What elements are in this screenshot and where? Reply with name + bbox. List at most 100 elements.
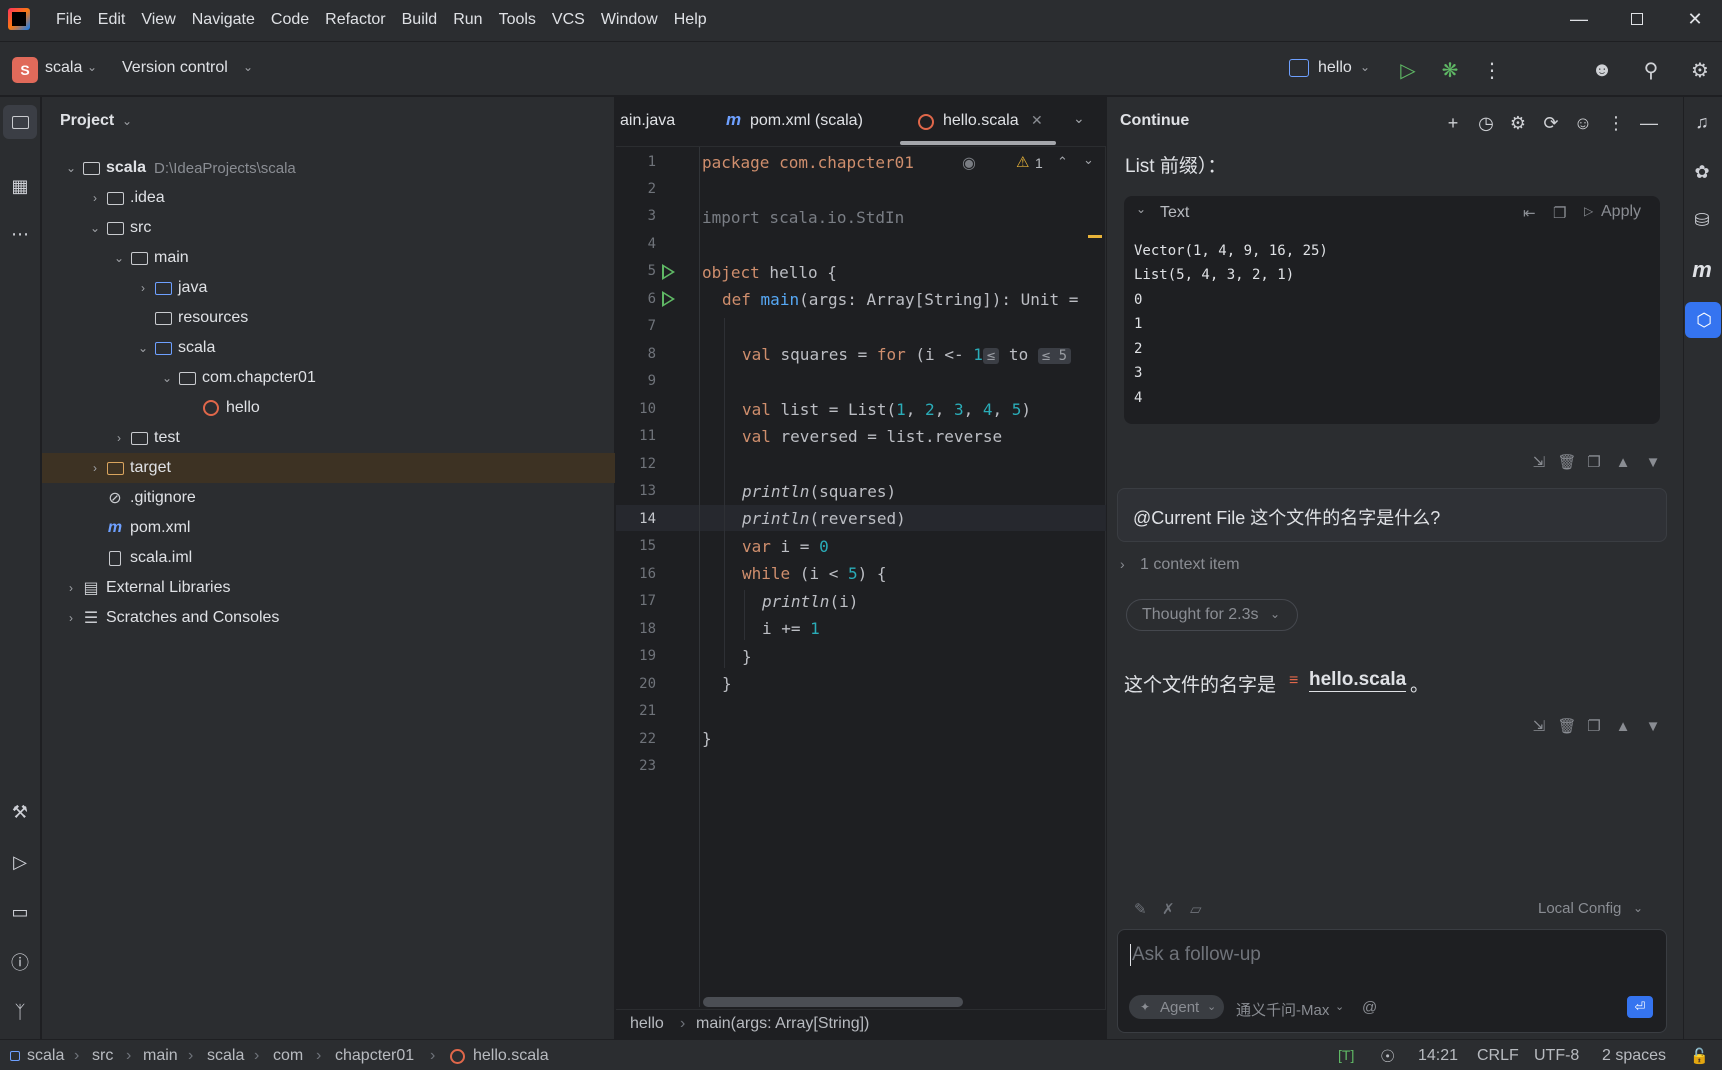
tree-item-root[interactable]: ⌄ scala D:\IdeaProjects\scala xyxy=(42,153,615,183)
menu-run[interactable]: Run xyxy=(445,11,490,29)
thumbs-up-icon[interactable]: ▲ xyxy=(1612,715,1634,737)
file-encoding[interactable]: UTF-8 xyxy=(1534,1047,1579,1065)
menu-tools[interactable]: Tools xyxy=(491,11,544,29)
tree-item-target[interactable]: › target xyxy=(42,453,615,483)
warning-icon[interactable]: ⚠ xyxy=(1016,153,1029,171)
tree-item-scratches[interactable]: › ☰ Scratches and Consoles xyxy=(42,603,615,633)
reader-mode-eye-icon[interactable]: ◉ xyxy=(962,153,976,173)
settings-icon[interactable]: ⚙ xyxy=(1686,56,1714,84)
breadcrumb-object[interactable]: hello xyxy=(630,1015,664,1033)
menu-navigate[interactable]: Navigate xyxy=(184,11,263,29)
answer-file-link[interactable]: hello.scala xyxy=(1309,669,1407,692)
project-selector[interactable]: scala xyxy=(45,59,82,77)
status-path-scala-dir[interactable]: scala xyxy=(207,1047,244,1065)
local-config-selector[interactable]: Local Config xyxy=(1538,900,1621,917)
more-vertical-icon[interactable]: ⋮ xyxy=(1603,110,1629,136)
tab-hello-scala[interactable]: hello.scala xyxy=(943,112,1019,130)
ai-assistant-icon[interactable]: ✿ xyxy=(1688,158,1716,186)
tree-item-hello[interactable]: hello xyxy=(42,393,615,423)
menu-window[interactable]: Window xyxy=(593,11,666,29)
thumbs-up-icon[interactable]: ▲ xyxy=(1612,451,1634,473)
tools-icon[interactable]: ✗ xyxy=(1162,900,1175,918)
run-icon[interactable]: ▷ xyxy=(1394,56,1422,84)
inspection-compass-icon[interactable]: ☉ xyxy=(1380,1047,1395,1067)
mcp-tools-icon[interactable]: ☺ xyxy=(1570,110,1596,136)
status-path-com[interactable]: com xyxy=(273,1047,303,1065)
tree-item-idea[interactable]: › .idea xyxy=(42,183,615,213)
tab-list-chevron-icon[interactable]: ⌄ xyxy=(1073,110,1085,127)
readonly-lock-icon[interactable]: 🔓 xyxy=(1690,1047,1709,1065)
insert-at-cursor-icon[interactable]: ⇤ xyxy=(1523,204,1536,222)
typing-mode-indicator[interactable]: [T] xyxy=(1338,1047,1354,1063)
project-badge[interactable]: S xyxy=(12,57,38,83)
delete-icon[interactable]: 🗑 xyxy=(1556,715,1578,737)
problems-icon[interactable]: ⓘ xyxy=(6,948,34,976)
horizontal-scrollbar[interactable] xyxy=(703,997,963,1007)
tree-item-resources[interactable]: resources xyxy=(42,303,615,333)
hide-panel-icon[interactable]: — xyxy=(1636,110,1662,136)
maximize-icon[interactable] xyxy=(1614,4,1660,34)
menu-code[interactable]: Code xyxy=(263,11,317,29)
version-control-menu[interactable]: Version control xyxy=(122,59,228,77)
menu-file[interactable]: File xyxy=(48,11,90,29)
menu-build[interactable]: Build xyxy=(394,11,446,29)
tab-main-java[interactable]: ain.java xyxy=(620,112,675,130)
search-icon[interactable]: ⚲ xyxy=(1637,56,1665,84)
status-path-main[interactable]: main xyxy=(143,1047,178,1065)
git-branch-icon[interactable]: ᛉ xyxy=(6,998,34,1026)
status-path-file[interactable]: hello.scala xyxy=(473,1047,549,1065)
collapse-chevron-icon[interactable]: ⌄ xyxy=(1136,202,1146,216)
close-icon[interactable]: ✕ xyxy=(1672,4,1718,34)
build-hammer-icon[interactable]: ⚒ xyxy=(6,798,34,826)
close-tab-icon[interactable]: ✕ xyxy=(1031,112,1043,129)
send-enter-icon[interactable]: ⏎ xyxy=(1627,996,1653,1018)
apply-button[interactable]: Apply xyxy=(1601,203,1641,221)
tree-item-gitignore[interactable]: ⊘ .gitignore xyxy=(42,483,615,513)
menu-help[interactable]: Help xyxy=(666,11,715,29)
project-panel-title[interactable]: Project xyxy=(60,112,114,130)
tree-item-scala[interactable]: ⌄ scala xyxy=(42,333,615,363)
tree-item-test[interactable]: › test xyxy=(42,423,615,453)
tree-item-src[interactable]: ⌄ src xyxy=(42,213,615,243)
settings-icon[interactable]: ⚙ xyxy=(1505,110,1531,136)
next-highlight-icon[interactable]: ⌄ xyxy=(1083,152,1094,168)
context-items-toggle[interactable]: 1 context item xyxy=(1140,556,1240,574)
minimize-icon[interactable]: — xyxy=(1556,4,1602,34)
compress-icon[interactable]: ⇲ xyxy=(1528,451,1550,473)
run-gutter-icon[interactable] xyxy=(662,264,675,280)
edit-pencil-icon[interactable]: ✎ xyxy=(1134,900,1147,918)
debug-icon[interactable]: ❋ xyxy=(1436,56,1464,84)
thumbs-down-icon[interactable]: ▼ xyxy=(1642,451,1664,473)
menu-refactor[interactable]: Refactor xyxy=(317,11,393,29)
terminal-icon[interactable]: ▭ xyxy=(6,898,34,926)
folder-icon[interactable] xyxy=(6,108,34,136)
run-gutter-icon[interactable] xyxy=(662,291,675,307)
compress-icon[interactable]: ⇲ xyxy=(1528,715,1550,737)
breadcrumb-method[interactable]: main(args: Array[String]) xyxy=(696,1015,869,1033)
indent-setting[interactable]: 2 spaces xyxy=(1602,1047,1666,1065)
thumbs-down-icon[interactable]: ▼ xyxy=(1642,715,1664,737)
notifications-bell-icon[interactable]: ♫ xyxy=(1688,108,1716,136)
chevron-right-icon[interactable]: › xyxy=(1120,556,1125,572)
tree-item-package[interactable]: ⌄ com.chapcter01 xyxy=(42,363,615,393)
at-mention-button[interactable]: @ xyxy=(1362,999,1377,1016)
new-session-plus-icon[interactable]: + xyxy=(1440,110,1466,136)
add-user-icon[interactable]: ☻ xyxy=(1588,56,1616,84)
maven-icon[interactable]: m xyxy=(1688,256,1716,284)
structure-icon[interactable]: ▦ xyxy=(6,172,34,200)
previous-highlight-icon[interactable]: ⌃ xyxy=(1057,154,1068,170)
cursor-position[interactable]: 14:21 xyxy=(1418,1047,1458,1065)
tree-item-pom[interactable]: m pom.xml xyxy=(42,513,615,543)
reload-icon[interactable]: ⟳ xyxy=(1538,110,1564,136)
history-icon[interactable]: ◷ xyxy=(1473,110,1499,136)
tab-pom-xml[interactable]: pom.xml (scala) xyxy=(750,112,863,130)
copy-icon[interactable]: ❐ xyxy=(1583,451,1605,473)
tree-item-java[interactable]: › java xyxy=(42,273,615,303)
tree-item-iml[interactable]: scala.iml xyxy=(42,543,615,573)
database-icon[interactable]: ⛁ xyxy=(1688,206,1716,234)
menu-view[interactable]: View xyxy=(133,11,183,29)
more-horizontal-icon[interactable]: ⋯ xyxy=(6,220,34,248)
tree-item-external-libraries[interactable]: › ▤ External Libraries xyxy=(42,573,615,603)
copy-icon[interactable]: ❐ xyxy=(1553,204,1566,222)
line-separator[interactable]: CRLF xyxy=(1477,1047,1519,1065)
